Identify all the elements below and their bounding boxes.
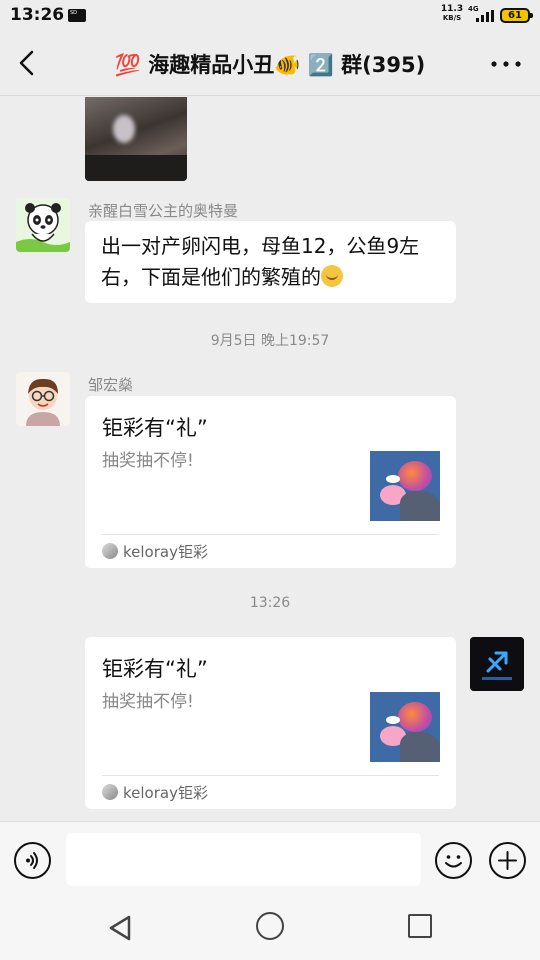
voice-icon <box>26 852 38 869</box>
chat-title: 💯 海趣精品小丑🐠 2️⃣ 群(395) <box>114 53 426 77</box>
nav-home-icon[interactable] <box>256 912 284 940</box>
avatar[interactable] <box>16 372 70 426</box>
image-message[interactable] <box>85 97 187 181</box>
back-chevron-icon[interactable] <box>14 48 42 78</box>
text-message-bubble[interactable]: 出一对产卵闪电，母鱼12，公鱼9左右，下面是他们的繁殖的 <box>85 221 456 303</box>
signal-icon <box>476 10 496 22</box>
card-divider <box>102 534 439 535</box>
system-navigation-bar <box>0 897 540 960</box>
plus-icon <box>498 851 517 870</box>
emoji-button[interactable] <box>435 842 472 879</box>
more-functions-button[interactable] <box>489 842 526 879</box>
card-source: keloray钜彩 <box>123 543 208 561</box>
timestamp: 13:26 <box>249 595 291 611</box>
network-speed: 11.3 KB/S <box>438 5 466 23</box>
more-dots-icon[interactable] <box>490 54 522 74</box>
card-source: keloray钜彩 <box>123 784 208 802</box>
network-speed-unit: KB/S <box>442 14 462 22</box>
source-app-icon <box>102 784 118 800</box>
panda-avatar-image <box>16 198 70 252</box>
chat-message-list[interactable]: 亲醒白雪公主的奥特曼 出一对产卵闪电，母鱼12，公鱼9左右，下面是他们的繁殖的 … <box>0 97 540 821</box>
blushing-emoji-icon <box>321 265 343 287</box>
smiley-icon <box>445 855 462 868</box>
cartoon-boy-avatar-image <box>16 372 70 426</box>
chat-header: 💯 海趣精品小丑🐠 2️⃣ 群(395) <box>0 32 540 96</box>
card-title: 钜彩有“礼” <box>102 416 208 440</box>
self-avatar[interactable] <box>470 637 524 691</box>
avatar[interactable] <box>16 198 70 252</box>
card-thumbnail <box>370 451 440 521</box>
battery-icon: 61 <box>500 8 533 23</box>
message-input-bar <box>0 821 540 897</box>
status-time: 13:26 <box>10 5 65 25</box>
timestamp: 9月5日 晚上19:57 <box>210 333 330 349</box>
card-divider <box>102 775 439 776</box>
sender-name: 亲醒白雪公主的奥特曼 <box>88 202 239 220</box>
nav-recent-apps-icon[interactable] <box>408 914 432 938</box>
message-input[interactable] <box>66 833 421 886</box>
sd-card-icon <box>68 9 86 22</box>
status-bar: 13:26 11.3 KB/S 4G 61 <box>0 0 540 32</box>
sagittarius-avatar-image <box>470 637 524 691</box>
nav-back-icon[interactable] <box>105 913 135 943</box>
card-description: 抽奖抽不停! <box>102 692 194 712</box>
voice-input-button[interactable] <box>14 842 51 879</box>
card-thumbnail <box>370 692 440 762</box>
card-description: 抽奖抽不停! <box>102 451 194 471</box>
network-speed-value: 11.3 <box>440 4 464 14</box>
message-text: 出一对产卵闪电，母鱼12，公鱼9左右，下面是他们的繁殖的 <box>101 234 420 289</box>
link-card-message[interactable]: 钜彩有“礼” 抽奖抽不停! keloray钜彩 <box>85 396 456 568</box>
sender-name: 邹宏燊 <box>88 376 134 394</box>
card-title: 钜彩有“礼” <box>102 657 208 681</box>
link-card-message[interactable]: 钜彩有“礼” 抽奖抽不停! keloray钜彩 <box>85 637 456 809</box>
source-app-icon <box>102 543 118 559</box>
battery-level: 61 <box>508 10 522 21</box>
